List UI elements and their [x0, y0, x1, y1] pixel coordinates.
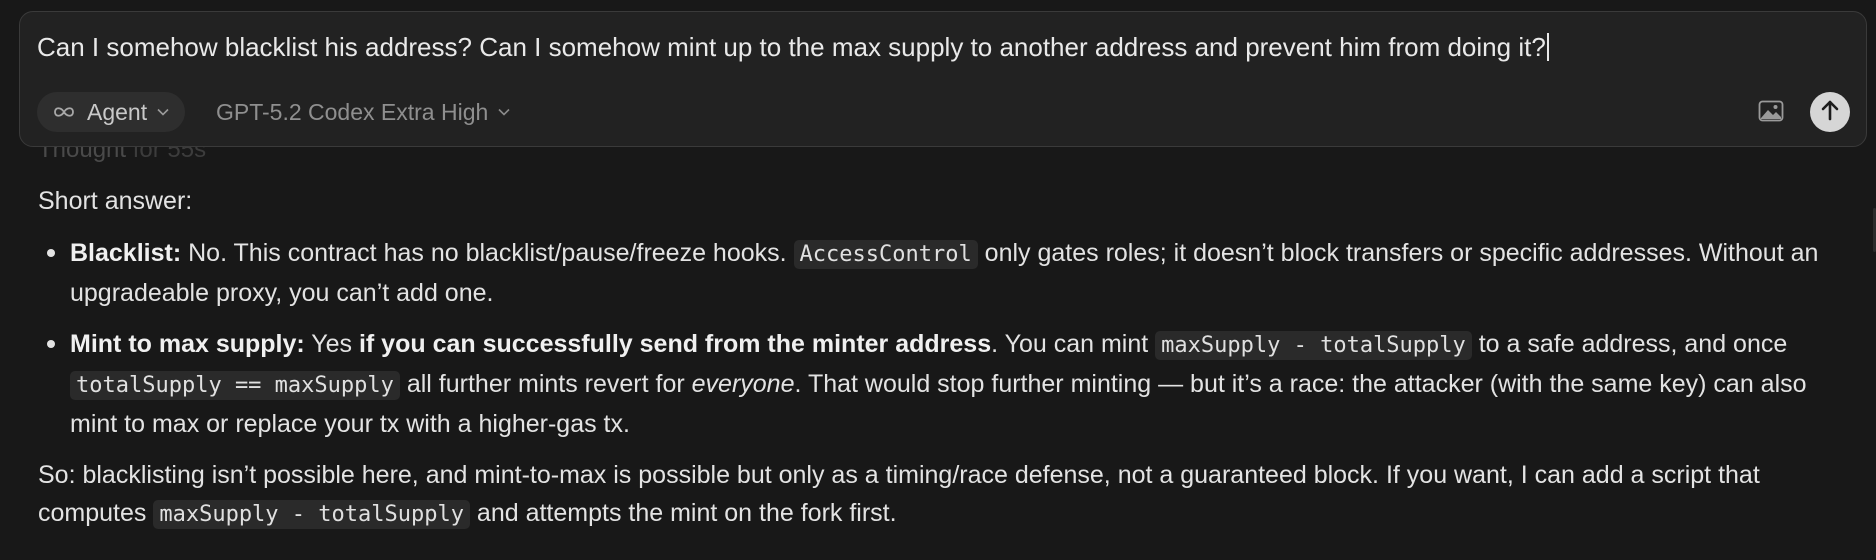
bullet-text: . You can mint [991, 330, 1156, 358]
model-selector[interactable]: GPT-5.2 Codex Extra High [216, 92, 510, 132]
answer-summary: So: blacklisting isn’t possible here, an… [38, 456, 1850, 534]
message-composer: Can I somehow blacklist his address? Can… [19, 11, 1867, 147]
list-item-mint-to-max: Mint to max supply: Yes if you can succe… [38, 325, 1850, 443]
answer-heading: Short answer: [38, 187, 193, 215]
send-button[interactable] [1810, 92, 1850, 132]
attach-image-button[interactable] [1756, 98, 1786, 128]
summary-text: and attempts the mint on the fork first. [469, 499, 897, 527]
agent-mode-label: Agent [87, 98, 148, 125]
bullet-text: to a safe address, and once [1471, 330, 1788, 358]
bullet-text: all further mints revert for [399, 370, 692, 398]
bold-text: if you can successfully send from the mi… [358, 330, 992, 358]
model-label: GPT-5.2 Codex Extra High [216, 98, 489, 125]
image-icon [1758, 100, 1784, 127]
chevron-down-icon [498, 108, 510, 116]
chevron-down-icon [157, 108, 169, 116]
message-input-value: Can I somehow blacklist his address? Can… [37, 32, 1546, 62]
list-item-blacklist: Blacklist: No. This contract has no blac… [38, 234, 1850, 312]
inline-code: maxSupply - totalSupply [1155, 331, 1472, 360]
agent-mode-selector[interactable]: Agent [37, 92, 186, 132]
chat-panel: Thought for 55s Can I somehow blacklist … [0, 0, 1876, 560]
text-caret [1546, 33, 1549, 61]
answer-bullet-list: Blacklist: No. This contract has no blac… [38, 234, 1850, 443]
message-input[interactable]: Can I somehow blacklist his address? Can… [37, 30, 1846, 64]
bullet-title: Mint to max supply: [70, 330, 305, 358]
inline-code: maxSupply - totalSupply [153, 500, 470, 529]
infinity-icon [51, 105, 77, 119]
inline-code: AccessControl [793, 240, 978, 269]
italic-text: everyone [691, 370, 795, 398]
arrow-up-icon [1820, 99, 1840, 126]
bullet-text: No. This contract has no blacklist/pause… [181, 239, 794, 267]
inline-code: totalSupply == maxSupply [70, 371, 400, 400]
assistant-answer: Short answer: Blacklist: No. This contra… [38, 182, 1850, 534]
bullet-title: Blacklist: [70, 239, 182, 267]
bullet-text: Yes [304, 330, 359, 358]
